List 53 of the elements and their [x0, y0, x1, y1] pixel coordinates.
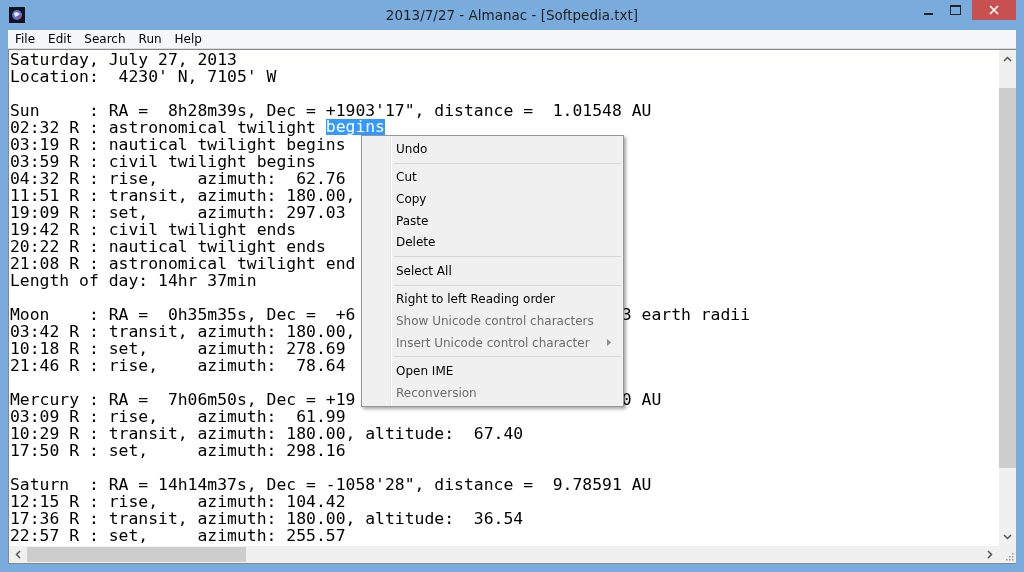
menu-item[interactable]: Copy: [364, 188, 621, 210]
text-line: 20:22 R : nautical twilight ends: [10, 237, 326, 256]
scroll-up-icon[interactable]: [1003, 56, 1012, 62]
vertical-scrollbar[interactable]: [999, 50, 1016, 546]
menu-item[interactable]: Cut: [364, 166, 621, 189]
maximize-icon: [950, 5, 962, 15]
menu-item[interactable]: Open IME: [364, 360, 621, 382]
menu-item[interactable]: Search: [84, 32, 135, 46]
close-icon: [989, 5, 999, 15]
size-grip-icon[interactable]: [1006, 553, 1014, 561]
selected-text: begins: [325, 119, 385, 135]
text-line: 04:32 R : rise, azimuth: 62.76: [10, 169, 346, 188]
text-line: Sun : RA = 8h28m39s, Dec = +1903'17", distance = 1.01548 AU: [10, 101, 652, 120]
scroll-left-icon[interactable]: [15, 550, 21, 559]
text-line: Moon : RA = 0h35m35s, Dec = +6: [10, 305, 356, 324]
text-line: 22:57 R : set, azimuth: 255.57: [10, 526, 346, 545]
text-line: 17:50 R : set, azimuth: 298.16: [10, 441, 346, 460]
menu-item[interactable]: Paste: [364, 209, 621, 232]
window-title: 2013/7/27 - Almanac - [Softpedia.txt]: [384, 7, 640, 23]
text-line: 03:09 R : rise, azimuth: 61.99: [10, 407, 346, 426]
text-line: 21:08 R : astronomical twilight end: [10, 254, 356, 273]
scroll-right-icon[interactable]: [987, 550, 993, 559]
text-line: 10:18 R : set, azimuth: 278.69: [10, 339, 346, 358]
menu-item[interactable]: Edit: [48, 32, 81, 46]
text-line: 21:46 R : rise, azimuth: 78.64: [10, 356, 346, 375]
text-line: 19:42 R : civil twilight ends: [10, 220, 297, 239]
globe-icon: [9, 7, 25, 23]
menu-item[interactable]: Select All: [364, 259, 621, 282]
text-line: Saturday, July 27, 2013: [10, 50, 237, 69]
text-line: 03:42 R : transit, azimuth: 180.00,: [10, 322, 356, 341]
scroll-thumb[interactable]: [999, 88, 1016, 468]
text-line: 19:09 R : set, azimuth: 297.03: [10, 203, 346, 222]
text-line: 02:32 R : astronomical twilight: [10, 118, 317, 137]
text-line: 11:51 R : transit, azimuth: 180.00,: [10, 186, 356, 205]
menu-item[interactable]: Delete: [364, 231, 621, 253]
menu-item[interactable]: Run: [138, 32, 171, 46]
text-line: Saturn : RA = 14h14m37s, Dec = -1058'28", distance = 9.78591 AU: [10, 475, 652, 494]
text-line: 12:15 R : rise, azimuth: 104.42: [10, 492, 346, 511]
menu-item[interactable]: Right to left Reading order: [364, 288, 621, 311]
text-line: Mercury : RA = 7h06m50s, Dec = +19: [10, 390, 356, 409]
minimize-icon: [923, 12, 933, 15]
text-line: Location: 4230' N, 7105' W: [10, 67, 277, 86]
menu-item[interactable]: Help: [174, 32, 211, 46]
scroll-thumb[interactable]: [27, 547, 246, 562]
menu-item[interactable]: Undo: [364, 138, 621, 160]
text-line: Length of day: 14hr 37min: [10, 271, 257, 290]
text-line: 03:19 R : nautical twilight begins: [10, 135, 346, 154]
scroll-down-icon[interactable]: [1003, 534, 1012, 540]
text-line: 10:29 R : transit, azimuth: 180.00, altitude: 67.40: [10, 424, 524, 443]
text-line: 03:59 R : civil twilight begins: [10, 152, 316, 171]
menu-item[interactable]: File: [15, 32, 45, 46]
text-line: 17:36 R : transit, azimuth: 180.00, altitude: 36.54: [10, 509, 524, 528]
horizontal-scrollbar[interactable]: [9, 546, 999, 563]
